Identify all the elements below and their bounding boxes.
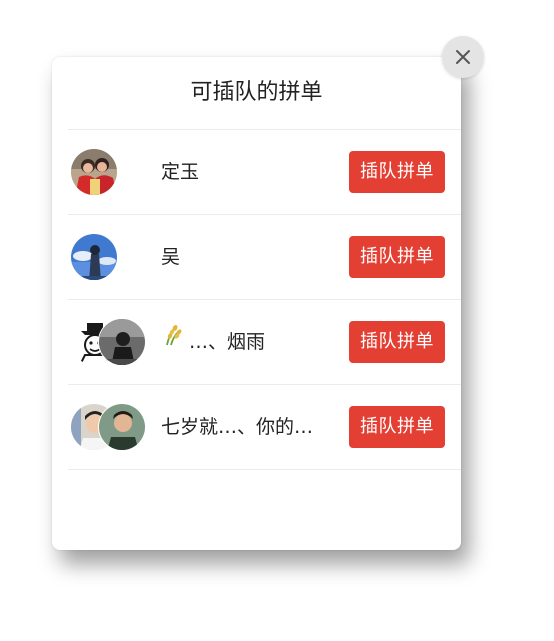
group-list: 定玉 插队拼单 吴 插队拼单 …、烟雨 插队拼单 七岁就…、你的… 插队拼单 [68,129,461,470]
group-name: 吴 [161,246,181,268]
avatar [98,403,146,451]
list-item: 七岁就…、你的… 插队拼单 [68,384,461,470]
join-group-button[interactable]: 插队拼单 [349,406,445,448]
join-group-button[interactable]: 插队拼单 [349,151,445,193]
wheat-icon [161,299,185,383]
join-group-button[interactable]: 插队拼单 [349,236,445,278]
group-name: 七岁就…、你的… [161,416,314,438]
avatar [98,318,146,366]
close-icon [456,50,470,64]
list-item: …、烟雨 插队拼单 [68,299,461,384]
group-name: 定玉 [161,161,200,183]
dialog-title: 可插队的拼单 [190,80,323,105]
group-name: …、烟雨 [161,300,265,384]
close-button[interactable] [442,36,484,78]
list-item: 吴 插队拼单 [68,214,461,299]
join-group-dialog: 可插队的拼单 定玉 插队拼单 吴 插队拼单 …、烟雨 插队拼单 七岁就…、你的…… [52,57,461,550]
avatar [70,233,118,281]
group-name-text: …、烟雨 [189,331,266,353]
avatar [70,148,118,196]
list-item: 定玉 插队拼单 [68,129,461,214]
join-group-button[interactable]: 插队拼单 [349,321,445,363]
